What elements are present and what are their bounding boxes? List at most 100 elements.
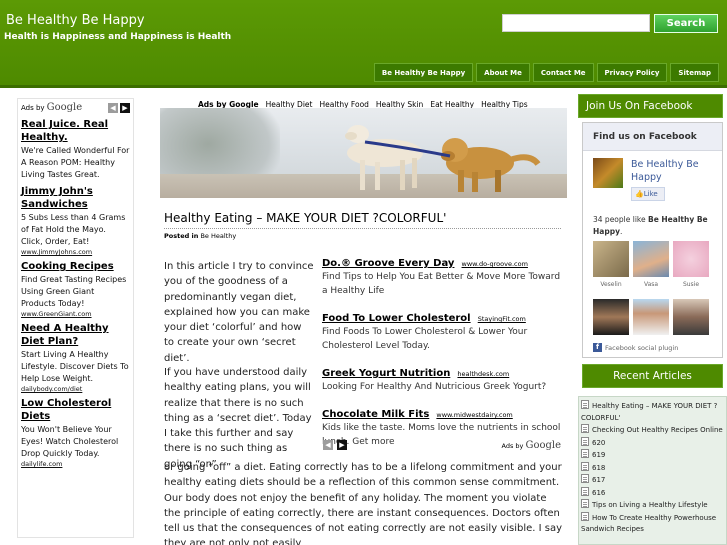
ads-by-google[interactable]: Ads by Google bbox=[501, 440, 561, 451]
fan-name[interactable]: Susie bbox=[673, 281, 709, 288]
recent-article-link[interactable]: 616 bbox=[592, 489, 605, 497]
inline-ad[interactable]: Do.® Groove Every Day www.do-groove.com … bbox=[322, 251, 564, 298]
ad-item[interactable]: Jimmy John's Sandwiches 5 Subs Less than… bbox=[21, 185, 130, 256]
next-arrow-icon[interactable]: ▶ bbox=[120, 102, 130, 113]
document-icon bbox=[581, 486, 589, 496]
ad-title[interactable]: Jimmy John's Sandwiches bbox=[21, 185, 130, 211]
prev-arrow-icon[interactable]: ◀ bbox=[323, 440, 333, 450]
fan-avatar[interactable] bbox=[633, 241, 669, 277]
ad-title[interactable]: Low Cholesterol Diets bbox=[21, 397, 130, 423]
next-arrow-icon[interactable]: ▶ bbox=[337, 440, 347, 450]
ad-title[interactable]: Real Juice. Real Healthy. bbox=[21, 118, 130, 144]
recent-article-link[interactable]: 620 bbox=[592, 439, 605, 447]
ad-item[interactable]: Real Juice. Real Healthy. We're Called W… bbox=[21, 118, 130, 181]
recent-article[interactable]: 616 bbox=[581, 486, 724, 500]
recent-article[interactable]: Checking Out Healthy Recipes Online bbox=[581, 424, 724, 437]
facebook-icon: f bbox=[593, 343, 602, 352]
fan-avatar[interactable] bbox=[673, 299, 709, 335]
facebook-page-name[interactable]: Be Healthy Be Happy bbox=[631, 158, 722, 184]
ads-by-label: Ads by bbox=[501, 442, 524, 450]
recent-article-link[interactable]: 619 bbox=[592, 451, 605, 459]
inline-ad-block: Do.® Groove Every Day www.do-groove.com … bbox=[322, 251, 564, 451]
document-icon bbox=[581, 436, 589, 446]
ads-by-google[interactable]: Ads by Google ◀ ▶ bbox=[21, 101, 130, 114]
recent-article-link[interactable]: 618 bbox=[592, 464, 605, 472]
nav-privacy[interactable]: Privacy Policy bbox=[596, 63, 668, 82]
recent-article-link[interactable]: How To Create Healthy Powerhouse Sandwic… bbox=[581, 514, 716, 534]
ad-item[interactable]: Need A Healthy Diet Plan? Start Living A… bbox=[21, 322, 130, 393]
inline-ad-url[interactable]: www.do-groove.com bbox=[462, 260, 528, 268]
fan-name[interactable]: Veselin bbox=[593, 281, 629, 288]
inline-ad-title[interactable]: Food To Lower Cholesterol bbox=[322, 313, 471, 324]
post-category-link[interactable]: Be Healthy bbox=[200, 232, 236, 240]
fan-avatar[interactable] bbox=[673, 241, 709, 277]
fan-avatar[interactable] bbox=[593, 299, 629, 335]
posted-in-label: Posted in bbox=[164, 232, 199, 240]
title-divider bbox=[164, 228, 561, 229]
inline-ad-footer: ◀ ▶ Ads by Google bbox=[321, 440, 563, 452]
recent-article[interactable]: Healthy Eating – MAKE YOUR DIET ?COLORFU… bbox=[581, 400, 724, 424]
google-logo: Google bbox=[46, 102, 83, 113]
post-paragraph: If you have understood daily healthy eat… bbox=[164, 367, 312, 470]
inline-ad-url[interactable]: StayingFit.com bbox=[478, 315, 526, 323]
ad-title[interactable]: Need A Healthy Diet Plan? bbox=[21, 322, 130, 348]
post-paragraph: or going “off” a diet. Eating correctly … bbox=[164, 462, 563, 545]
ad-body: Start Living A Healthy Lifestyle. Discov… bbox=[21, 350, 129, 383]
site-tagline: Health is Happiness and Happiness is Hea… bbox=[4, 32, 232, 42]
ad-url[interactable]: dailybody.com/diet bbox=[21, 385, 130, 393]
post-title[interactable]: Healthy Eating – MAKE YOUR DIET ?COLORFU… bbox=[164, 211, 446, 225]
ad-url[interactable]: dailylife.com bbox=[21, 460, 130, 468]
ad-title[interactable]: Cooking Recipes bbox=[21, 260, 130, 273]
inline-ad-url[interactable]: www.midwestdairy.com bbox=[436, 411, 512, 419]
ad-url[interactable]: www.JimmyJohns.com bbox=[21, 248, 130, 256]
site-header: Be Healthy Be Happy Health is Happiness … bbox=[0, 0, 727, 88]
facebook-box-title[interactable]: Find us on Facebook bbox=[583, 123, 722, 151]
site-title[interactable]: Be Healthy Be Happy bbox=[6, 13, 145, 28]
recent-article[interactable]: 618 bbox=[581, 461, 724, 475]
search-input[interactable] bbox=[502, 14, 650, 32]
nav-contact[interactable]: Contact Me bbox=[532, 63, 594, 82]
inline-ad[interactable]: Food To Lower Cholesterol StayingFit.com… bbox=[322, 306, 564, 353]
like-button[interactable]: 👍Like bbox=[631, 187, 665, 201]
inline-ad-url[interactable]: healthdesk.com bbox=[457, 370, 509, 378]
prev-arrow-icon[interactable]: ◀ bbox=[108, 102, 118, 113]
recent-article-link[interactable]: 617 bbox=[592, 476, 605, 484]
document-icon bbox=[581, 474, 589, 483]
document-icon bbox=[581, 511, 589, 521]
fan-avatar[interactable] bbox=[633, 299, 669, 335]
inline-ad[interactable]: Greek Yogurt Nutrition healthdesk.com Lo… bbox=[322, 361, 564, 394]
fan-avatar[interactable] bbox=[593, 241, 629, 277]
nav-about[interactable]: About Me bbox=[476, 63, 530, 82]
document-icon bbox=[581, 461, 589, 471]
page-avatar[interactable] bbox=[593, 158, 623, 188]
inline-ad-title[interactable]: Do.® Groove Every Day bbox=[322, 258, 454, 269]
inline-ad-title[interactable]: Greek Yogurt Nutrition bbox=[322, 368, 450, 379]
left-ad-sidebar: Ads by Google ◀ ▶ Real Juice. Real Healt… bbox=[17, 98, 134, 538]
recent-article-link[interactable]: Checking Out Healthy Recipes Online bbox=[592, 426, 723, 434]
fan-name[interactable]: Vasa bbox=[633, 281, 669, 288]
recent-articles-header: Recent Articles bbox=[582, 364, 723, 388]
post-meta: Posted in Be Healthy bbox=[164, 232, 236, 240]
ad-item[interactable]: Cooking Recipes Find Great Tasting Recip… bbox=[21, 260, 130, 318]
nav-sitemap[interactable]: Sitemap bbox=[670, 63, 719, 82]
ad-body: 5 Subs Less than 4 Grams of Fat Hold the… bbox=[21, 213, 126, 246]
inline-ad-body: Find Tips to Help You Eat Better & Move … bbox=[322, 272, 561, 296]
ads-by-label: Ads by bbox=[21, 103, 45, 112]
recent-article-link[interactable]: Healthy Eating – MAKE YOUR DIET ?COLORFU… bbox=[581, 402, 717, 422]
recent-article[interactable]: 620 bbox=[581, 436, 724, 450]
recent-article[interactable]: How To Create Healthy Powerhouse Sandwic… bbox=[581, 511, 724, 536]
recent-article[interactable]: 617 bbox=[581, 474, 724, 487]
ad-item[interactable]: Low Cholesterol Diets You Won't Believe … bbox=[21, 397, 130, 468]
inline-ad-title[interactable]: Chocolate Milk Fits bbox=[322, 409, 429, 420]
search-button[interactable]: Search bbox=[654, 14, 718, 33]
ad-url[interactable]: www.GreenGiant.com bbox=[21, 310, 130, 318]
nav-home[interactable]: Be Healthy Be Happy bbox=[373, 63, 474, 82]
header-photo-dogs bbox=[160, 108, 567, 198]
facebook-social-plugin[interactable]: f Facebook social plugin bbox=[593, 343, 678, 352]
inline-ad-body: Find Foods To Lower Cholesterol & Lower … bbox=[322, 327, 528, 351]
facebook-like-box: Find us on Facebook Be Healthy Be Happy … bbox=[582, 122, 723, 358]
recent-article[interactable]: 619 bbox=[581, 449, 724, 462]
recent-article-link[interactable]: Tips on Living a Healthy Lifestyle bbox=[592, 501, 708, 509]
post-intro-paragraph: In this article I try to convince you of… bbox=[164, 261, 314, 364]
recent-article[interactable]: Tips on Living a Healthy Lifestyle bbox=[581, 499, 724, 512]
